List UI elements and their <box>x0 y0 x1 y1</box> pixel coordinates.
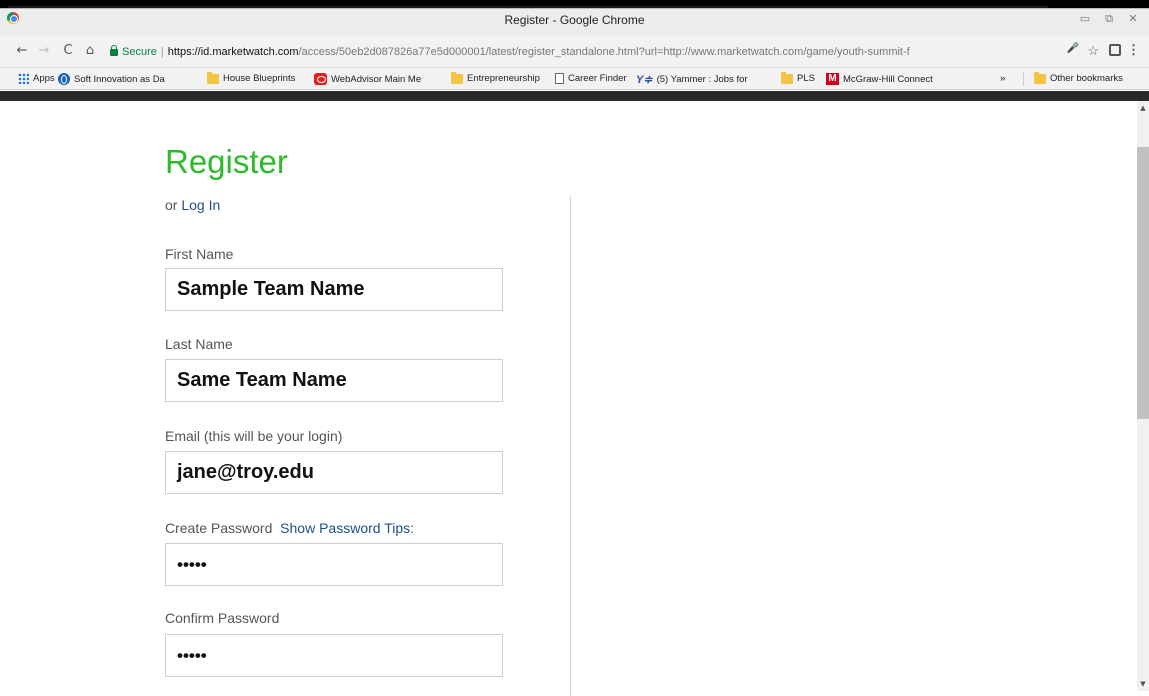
scroll-down-arrow-icon[interactable]: ▼ <box>1137 677 1149 691</box>
bookmarks-overflow-button[interactable]: » <box>1000 73 1005 84</box>
login-link[interactable]: Log In <box>181 197 220 213</box>
bookmark-label: WebAdvisor Main Me <box>331 73 422 85</box>
bookmarks-divider <box>1023 72 1024 86</box>
scroll-thumb[interactable] <box>1137 147 1149 419</box>
bookmark-label: Entrepreneurship <box>467 73 540 84</box>
page-content: Register or Log In First Name Sample Tea… <box>0 101 1137 696</box>
apps-grid-icon <box>18 73 29 84</box>
extension-icon[interactable] <box>1109 44 1121 56</box>
lock-icon <box>110 45 118 56</box>
email-label: Email (this will be your login) <box>165 428 343 444</box>
bookmark-career-finder[interactable]: Career Finder <box>555 73 627 84</box>
login-prompt: or Log In <box>165 197 220 213</box>
vertical-scrollbar[interactable]: ▲ ▼ <box>1137 101 1149 691</box>
window-title: Register - Google Chrome <box>504 13 645 27</box>
scroll-up-arrow-icon[interactable]: ▲ <box>1137 101 1149 115</box>
page-icon <box>555 73 564 84</box>
url-path: /access/50eb2d087826a77e5d000001/latest/… <box>298 46 910 58</box>
forward-button[interactable]: → <box>36 43 52 59</box>
window-controls: ▭ ⧉ ✕ <box>1075 11 1143 27</box>
bookmark-label: Career Finder <box>568 73 627 84</box>
page-title: Register <box>165 143 288 180</box>
bookmark-label: (5) Yammer : Jobs for <box>656 74 748 85</box>
first-name-label: First Name <box>165 246 234 262</box>
yammer-icon: Y≑ <box>636 74 653 86</box>
title-row: Register - Google Chrome ▭ ⧉ ✕ <box>0 8 1149 36</box>
confirm-password-field[interactable]: ••••• <box>165 634 503 677</box>
last-name-label: Last Name <box>165 336 233 352</box>
folder-icon <box>1034 71 1046 84</box>
globe-icon <box>58 73 70 85</box>
url-host: https://id.marketwatch.com <box>167 46 299 58</box>
bookmark-webadvisor[interactable]: WebAdvisor Main Me <box>314 73 421 85</box>
email-field[interactable]: jane@troy.edu <box>165 451 503 494</box>
or-text: or <box>165 197 182 213</box>
folder-icon <box>781 71 793 84</box>
bookmark-label: House Blueprints <box>223 73 296 84</box>
folder-icon <box>207 71 219 84</box>
maximize-button[interactable]: ⧉ <box>1099 11 1119 27</box>
secure-label: Secure <box>122 46 157 58</box>
confirm-password-label: Confirm Password <box>165 610 280 626</box>
create-password-label: Create Password <box>165 520 273 536</box>
chrome-menu-button[interactable]: ⋮ <box>1127 42 1140 58</box>
bookmark-yammer[interactable]: Y≑ (5) Yammer : Jobs for <box>636 73 748 86</box>
bookmark-mcgraw-hill[interactable]: M McGraw-Hill Connect <box>826 73 933 85</box>
bookmark-pls[interactable]: PLS <box>781 71 815 84</box>
home-button[interactable]: ⌂ <box>82 43 98 59</box>
show-password-tips-link[interactable]: Show Password Tips <box>280 520 410 536</box>
folder-icon <box>451 71 463 84</box>
window-titlebar: Register - Google Chrome ▭ ⧉ ✕ <box>0 0 1149 36</box>
bookmark-soft-innovation[interactable]: Soft Innovation as Da <box>58 73 165 85</box>
bookmark-other-bookmarks[interactable]: Other bookmarks <box>1034 71 1123 84</box>
red-app-icon <box>314 73 327 85</box>
bookmark-label: Soft Innovation as Da <box>74 73 165 85</box>
bookmark-house-blueprints[interactable]: House Blueprints <box>207 71 296 84</box>
bookmark-label: Other bookmarks <box>1050 73 1123 84</box>
bookmark-star-icon[interactable]: ☆ <box>1087 43 1099 59</box>
create-password-label-row: Create Password Show Password Tips: <box>165 520 414 536</box>
bookmark-label: PLS <box>797 73 815 84</box>
microphone-icon[interactable]: 🎤 <box>1067 43 1079 59</box>
back-button[interactable]: ← <box>14 43 30 59</box>
bookmarks-bar: Apps Soft Innovation as Da House Bluepri… <box>0 68 1149 90</box>
address-bar[interactable]: Secure | https://id.marketwatch.com/access… <box>110 40 1078 64</box>
bookmark-entrepreneurship[interactable]: Entrepreneurship <box>451 71 540 84</box>
create-password-field[interactable]: ••••• <box>165 543 503 586</box>
bookmark-apps[interactable]: Apps <box>18 73 55 84</box>
mcgraw-hill-icon: M <box>826 73 839 85</box>
page-header-strip <box>0 91 1149 101</box>
bookmark-label: Apps <box>33 73 55 84</box>
omnibox-icons: 🎤 ☆ <box>1067 43 1099 59</box>
reload-button[interactable]: C <box>60 43 76 59</box>
bookmark-label: McGraw-Hill Connect <box>843 73 933 85</box>
minimize-button[interactable]: ▭ <box>1075 11 1095 27</box>
close-button[interactable]: ✕ <box>1123 11 1143 27</box>
last-name-field[interactable]: Same Team Name <box>165 359 503 402</box>
column-divider <box>570 196 571 696</box>
url-separator: | <box>160 46 164 58</box>
password-tips-colon: : <box>410 520 415 536</box>
first-name-field[interactable]: Sample Team Name <box>165 268 503 311</box>
browser-toolbar: ← → C ⌂ Secure | https://id.marketwatch.co… <box>0 36 1149 68</box>
